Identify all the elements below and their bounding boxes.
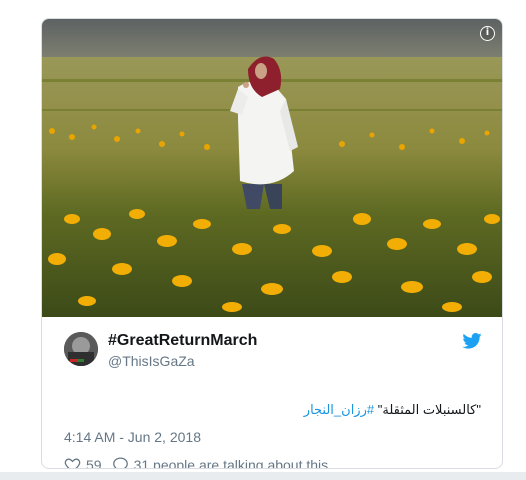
- tweet-actions: 59 31 people are talking about this: [64, 456, 329, 469]
- avatar-image: [64, 332, 98, 366]
- field-photo-image: [42, 19, 502, 317]
- like-count[interactable]: 59: [86, 457, 102, 469]
- twitter-bird-icon[interactable]: [462, 333, 482, 349]
- tweet-quote-text: "كالسنبلات المثقلة": [377, 402, 481, 417]
- hashtag-link[interactable]: #رزان_النجار: [304, 402, 374, 417]
- heart-icon[interactable]: [64, 456, 81, 468]
- info-icon[interactable]: i: [480, 26, 495, 41]
- page-bottom-divider: [0, 472, 526, 480]
- speech-bubble-icon[interactable]: [112, 456, 129, 468]
- tweet-body: #GreatReturnMarch @ThisIsGaZa "كالسنبلات…: [42, 318, 502, 468]
- user-handle[interactable]: @ThisIsGaZa: [108, 353, 195, 369]
- display-name[interactable]: #GreatReturnMarch: [108, 332, 257, 350]
- avatar[interactable]: [64, 332, 98, 366]
- conversation-link[interactable]: 31 people are talking about this: [134, 457, 329, 469]
- embedded-tweet-card[interactable]: i #GreatReturnMarch @ThisIsGaZa "كالسنبل…: [41, 18, 503, 469]
- tweet-timestamp[interactable]: 4:14 AM - Jun 2, 2018: [64, 429, 201, 445]
- tweet-photo[interactable]: i: [42, 19, 502, 317]
- tweet-text: "كالسنبلات المثقلة" #رزان_النجار: [304, 402, 481, 418]
